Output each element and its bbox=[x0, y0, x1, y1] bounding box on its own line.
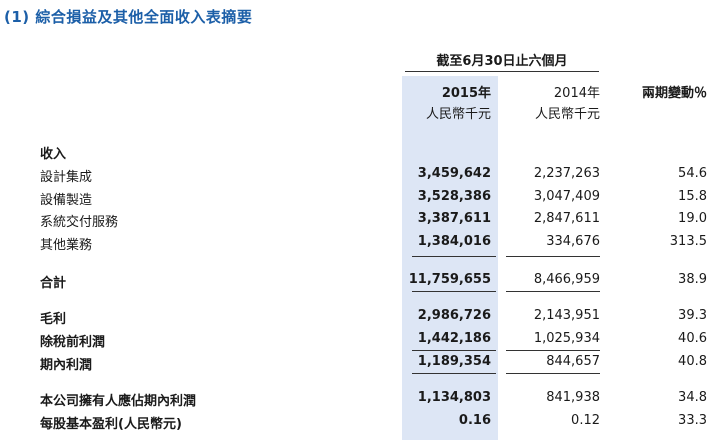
period-underline bbox=[405, 71, 599, 72]
value-2015: 1,134,803 bbox=[417, 390, 491, 405]
table-row: 系統交付服務 3,387,611 2,847,611 19.0 bbox=[0, 211, 722, 232]
table-row: 每股基本盈利(人民幣元) 0.16 0.12 33.3 bbox=[0, 413, 722, 434]
value-change: 54.6 bbox=[678, 166, 707, 181]
value-change: 313.5 bbox=[669, 234, 707, 249]
subtotal-rule-2014 bbox=[506, 256, 600, 257]
value-change: 40.6 bbox=[678, 331, 707, 346]
value-change: 33.3 bbox=[678, 413, 707, 428]
profit-rule-2015 bbox=[412, 350, 496, 351]
row-label: 收入 bbox=[40, 147, 67, 162]
col-2015-year: 2015年 bbox=[441, 86, 491, 101]
value-2015: 3,459,642 bbox=[417, 166, 491, 181]
value-change: 15.8 bbox=[678, 189, 707, 204]
profit-rule-2014 bbox=[506, 350, 600, 351]
col-change: 兩期變動％ bbox=[641, 86, 707, 101]
value-2014: 334,676 bbox=[546, 234, 600, 249]
table-row: 期內利潤 1,189,354 844,657 40.8 bbox=[0, 354, 722, 375]
value-2014: 2,237,263 bbox=[533, 166, 600, 181]
section-heading: (1) 綜合損益及其他全面收入表摘要 bbox=[4, 8, 253, 26]
value-2015: 1,442,186 bbox=[417, 331, 491, 346]
table-row: 本公司擁有人應佔期內利潤 1,134,803 841,938 34.8 bbox=[0, 390, 722, 411]
table-row: 除稅前利潤 1,442,186 1,025,934 40.6 bbox=[0, 331, 722, 352]
value-change: 38.9 bbox=[678, 272, 707, 287]
value-change: 40.8 bbox=[678, 354, 707, 369]
value-2014: 8,466,959 bbox=[533, 272, 600, 287]
period-header: 截至6月30日止六個月 bbox=[436, 54, 568, 69]
row-label: 本公司擁有人應佔期內利潤 bbox=[40, 394, 197, 409]
value-2014: 1,025,934 bbox=[533, 331, 600, 346]
row-label: 除稅前利潤 bbox=[40, 335, 106, 350]
row-label: 其他業務 bbox=[40, 238, 93, 253]
value-2015: 3,387,611 bbox=[417, 211, 491, 226]
value-2014: 0.12 bbox=[571, 413, 600, 428]
value-2015: 1,189,354 bbox=[417, 354, 491, 369]
value-2014: 841,938 bbox=[546, 390, 600, 405]
row-label: 期內利潤 bbox=[40, 358, 93, 373]
table-row: 合計 11,759,655 8,466,959 38.9 bbox=[0, 272, 722, 293]
row-label: 設計集成 bbox=[40, 170, 93, 185]
row-label: 每股基本盈利(人民幣元) bbox=[40, 417, 182, 432]
total-rule-2014 bbox=[506, 291, 600, 292]
value-2014: 2,847,611 bbox=[533, 211, 600, 226]
value-change: 19.0 bbox=[678, 211, 707, 226]
col-2015-unit: 人民幣千元 bbox=[425, 107, 491, 122]
value-2015: 1,384,016 bbox=[417, 234, 491, 249]
table-row: 收入 bbox=[0, 143, 722, 164]
value-2015: 3,528,386 bbox=[417, 189, 491, 204]
subtotal-rule-2015 bbox=[412, 256, 496, 257]
row-label: 系統交付服務 bbox=[40, 215, 119, 230]
total-rule-2015 bbox=[412, 291, 496, 292]
value-change: 39.3 bbox=[678, 308, 707, 323]
value-change: 34.8 bbox=[678, 390, 707, 405]
current-period-highlight bbox=[402, 76, 498, 440]
col-2014-year: 2014年 bbox=[553, 86, 600, 101]
value-2014: 844,657 bbox=[546, 354, 600, 369]
table-row: 設備製造 3,528,386 3,047,409 15.8 bbox=[0, 189, 722, 210]
period-profit-rule-2014 bbox=[506, 373, 600, 374]
row-label: 毛利 bbox=[40, 312, 67, 327]
table-row: 其他業務 1,384,016 334,676 313.5 bbox=[0, 234, 722, 255]
period-profit-rule-2015 bbox=[412, 373, 496, 374]
value-2015: 11,759,655 bbox=[408, 272, 491, 287]
row-label: 設備製造 bbox=[40, 193, 93, 208]
table-row: 設計集成 3,459,642 2,237,263 54.6 bbox=[0, 166, 722, 187]
value-2014: 2,143,951 bbox=[533, 308, 600, 323]
value-2015: 0.16 bbox=[458, 413, 491, 428]
table-row: 毛利 2,986,726 2,143,951 39.3 bbox=[0, 308, 722, 329]
row-label: 合計 bbox=[40, 276, 67, 291]
value-2014: 3,047,409 bbox=[533, 189, 600, 204]
value-2015: 2,986,726 bbox=[417, 308, 491, 323]
col-2014-unit: 人民幣千元 bbox=[534, 107, 600, 122]
